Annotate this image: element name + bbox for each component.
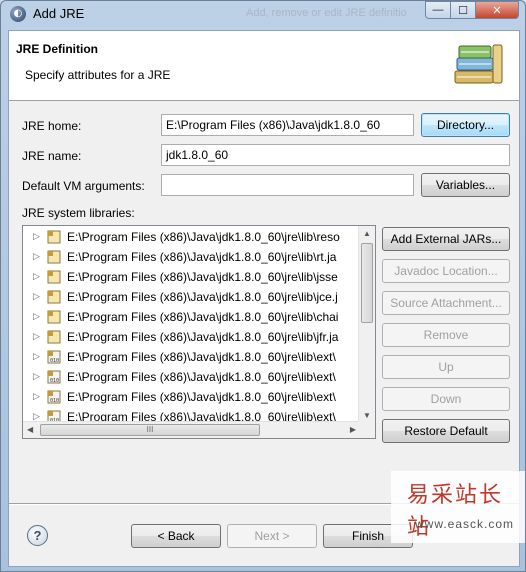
library-path: E:\Program Files (x86)\Java\jdk1.8.0_60\… <box>67 350 336 364</box>
remove-button[interactable]: Remove <box>382 323 510 347</box>
library-path: E:\Program Files (x86)\Java\jdk1.8.0_60\… <box>67 310 339 324</box>
library-row[interactable]: ▷ E:\Program Files (x86)\Java\jdk1.8.0_60… <box>23 287 361 307</box>
jar-file-icon <box>47 330 62 344</box>
vertical-scrollbar[interactable]: ▲ ▼ <box>358 226 375 423</box>
back-button[interactable]: < Back <box>131 524 221 548</box>
expand-arrow-icon[interactable]: ▷ <box>33 231 40 242</box>
vm-arguments-label: Default VM arguments: <box>22 179 145 193</box>
library-row[interactable]: ▷ 010 E:\Program Files (x86)\Java\jdk1.8.0… <box>23 387 361 407</box>
expand-arrow-icon[interactable]: ▷ <box>33 271 40 282</box>
jre-name-field[interactable]: jdk1.8.0_60 <box>161 144 510 166</box>
banner-title: JRE Definition <box>16 42 99 56</box>
jar-file-icon <box>47 310 62 324</box>
variables-button[interactable]: Variables... <box>421 173 510 197</box>
jar-file-icon: 010 <box>47 370 62 384</box>
library-path: E:\Program Files (x86)\Java\jdk1.8.0_60\… <box>67 250 337 264</box>
library-row[interactable]: ▷ E:\Program Files (x86)\Java\jdk1.8.0_60… <box>23 227 361 247</box>
expand-arrow-icon[interactable]: ▷ <box>33 351 40 362</box>
library-row[interactable]: ▷ E:\Program Files (x86)\Java\jdk1.8.0_60… <box>23 267 361 287</box>
jar-file-icon: 010 <box>47 350 62 364</box>
jar-file-icon: 010 <box>47 390 62 404</box>
restore-default-button[interactable]: Restore Default <box>382 419 510 443</box>
expand-arrow-icon[interactable]: ▷ <box>33 251 40 262</box>
jar-file-icon <box>47 250 62 264</box>
window-controls: — ☐ ✕ <box>425 1 519 19</box>
svg-text:010: 010 <box>50 378 59 384</box>
library-row[interactable]: ▷ E:\Program Files (x86)\Java\jdk1.8.0_60… <box>23 247 361 267</box>
watermark-chinese-text: 易采站长站 <box>407 483 504 540</box>
expand-arrow-icon[interactable]: ▷ <box>33 331 40 342</box>
svg-text:010: 010 <box>50 398 59 404</box>
close-icon: ✕ <box>492 4 502 17</box>
library-path: E:\Program Files (x86)\Java\jdk1.8.0_60\… <box>67 290 338 304</box>
minimize-icon: — <box>432 4 444 16</box>
header-banner: JRE Definition Specify attributes for a … <box>9 31 519 101</box>
watermark: 易采站长站 www.easck.com <box>391 471 525 543</box>
source-attachment-button[interactable]: Source Attachment... <box>382 291 510 315</box>
libraries-tree[interactable]: ▷ E:\Program Files (x86)\Java\jdk1.8.0_60… <box>22 225 376 439</box>
jre-home-label: JRE home: <box>22 119 82 133</box>
banner-subtitle: Specify attributes for a JRE <box>25 68 171 82</box>
library-row[interactable]: ▷ 010 E:\Program Files (x86)\Java\jdk1.8.0… <box>23 347 361 367</box>
library-row[interactable]: ▷ 010 E:\Program Files (x86)\Java\jdk1.8.0… <box>23 367 361 387</box>
library-row[interactable]: ▷ E:\Program Files (x86)\Java\jdk1.8.0_60… <box>23 307 361 327</box>
next-button[interactable]: Next > <box>227 524 317 548</box>
jar-file-icon <box>47 270 62 284</box>
library-path: E:\Program Files (x86)\Java\jdk1.8.0_60\… <box>67 390 336 404</box>
add-jre-dialog: ◐ Add JRE Add, remove or edit JRE defini… <box>0 0 526 572</box>
window-title: Add JRE <box>33 6 85 21</box>
vertical-scroll-thumb[interactable] <box>361 243 373 323</box>
jre-name-label: JRE name: <box>22 149 82 163</box>
help-icon[interactable]: ? <box>27 525 48 546</box>
javadoc-location-button[interactable]: Javadoc Location... <box>382 259 510 283</box>
directory-button[interactable]: Directory... <box>421 113 510 137</box>
expand-arrow-icon[interactable]: ▷ <box>33 311 40 322</box>
minimize-button[interactable]: — <box>425 1 451 19</box>
expand-arrow-icon[interactable]: ▷ <box>33 291 40 302</box>
horizontal-scrollbar[interactable]: ◀ III ▶ <box>23 421 360 438</box>
vm-arguments-field[interactable] <box>161 174 414 196</box>
library-path: E:\Program Files (x86)\Java\jdk1.8.0_60\… <box>67 270 338 284</box>
maximize-icon: ☐ <box>458 4 468 17</box>
eclipse-app-icon: ◐ <box>10 6 26 22</box>
jre-home-field[interactable]: E:\Program Files (x86)\Java\jdk1.8.0_60 <box>161 114 414 136</box>
jar-file-icon <box>47 230 62 244</box>
expand-arrow-icon[interactable]: ▷ <box>33 391 40 402</box>
jar-file-icon <box>47 290 62 304</box>
library-path: E:\Program Files (x86)\Java\jdk1.8.0_60\… <box>67 230 340 244</box>
up-button[interactable]: Up <box>382 355 510 379</box>
scroll-corner <box>358 421 375 438</box>
library-path: E:\Program Files (x86)\Java\jdk1.8.0_60\… <box>67 370 336 384</box>
scroll-up-icon[interactable]: ▲ <box>363 229 371 238</box>
down-button[interactable]: Down <box>382 387 510 411</box>
scroll-down-icon[interactable]: ▼ <box>363 411 371 420</box>
library-row[interactable]: ▷ E:\Program Files (x86)\Java\jdk1.8.0_60… <box>23 327 361 347</box>
watermark-url: www.easck.com <box>415 517 515 531</box>
libraries-label: JRE system libraries: <box>22 206 135 220</box>
maximize-button[interactable]: ☐ <box>450 1 476 19</box>
background-window-title: Add, remove or edit JRE definitio <box>246 7 407 19</box>
scroll-right-icon[interactable]: ▶ <box>350 425 356 434</box>
library-path: E:\Program Files (x86)\Java\jdk1.8.0_60\… <box>67 330 339 344</box>
horizontal-scroll-thumb[interactable]: III <box>40 424 260 436</box>
expand-arrow-icon[interactable]: ▷ <box>33 371 40 382</box>
title-bar[interactable]: ◐ Add JRE Add, remove or edit JRE defini… <box>1 1 525 27</box>
svg-text:010: 010 <box>50 358 59 364</box>
close-button[interactable]: ✕ <box>475 1 519 19</box>
library-books-icon <box>454 44 503 84</box>
scroll-left-icon[interactable]: ◀ <box>27 425 33 434</box>
add-external-jars-button[interactable]: Add External JARs... <box>382 227 510 251</box>
